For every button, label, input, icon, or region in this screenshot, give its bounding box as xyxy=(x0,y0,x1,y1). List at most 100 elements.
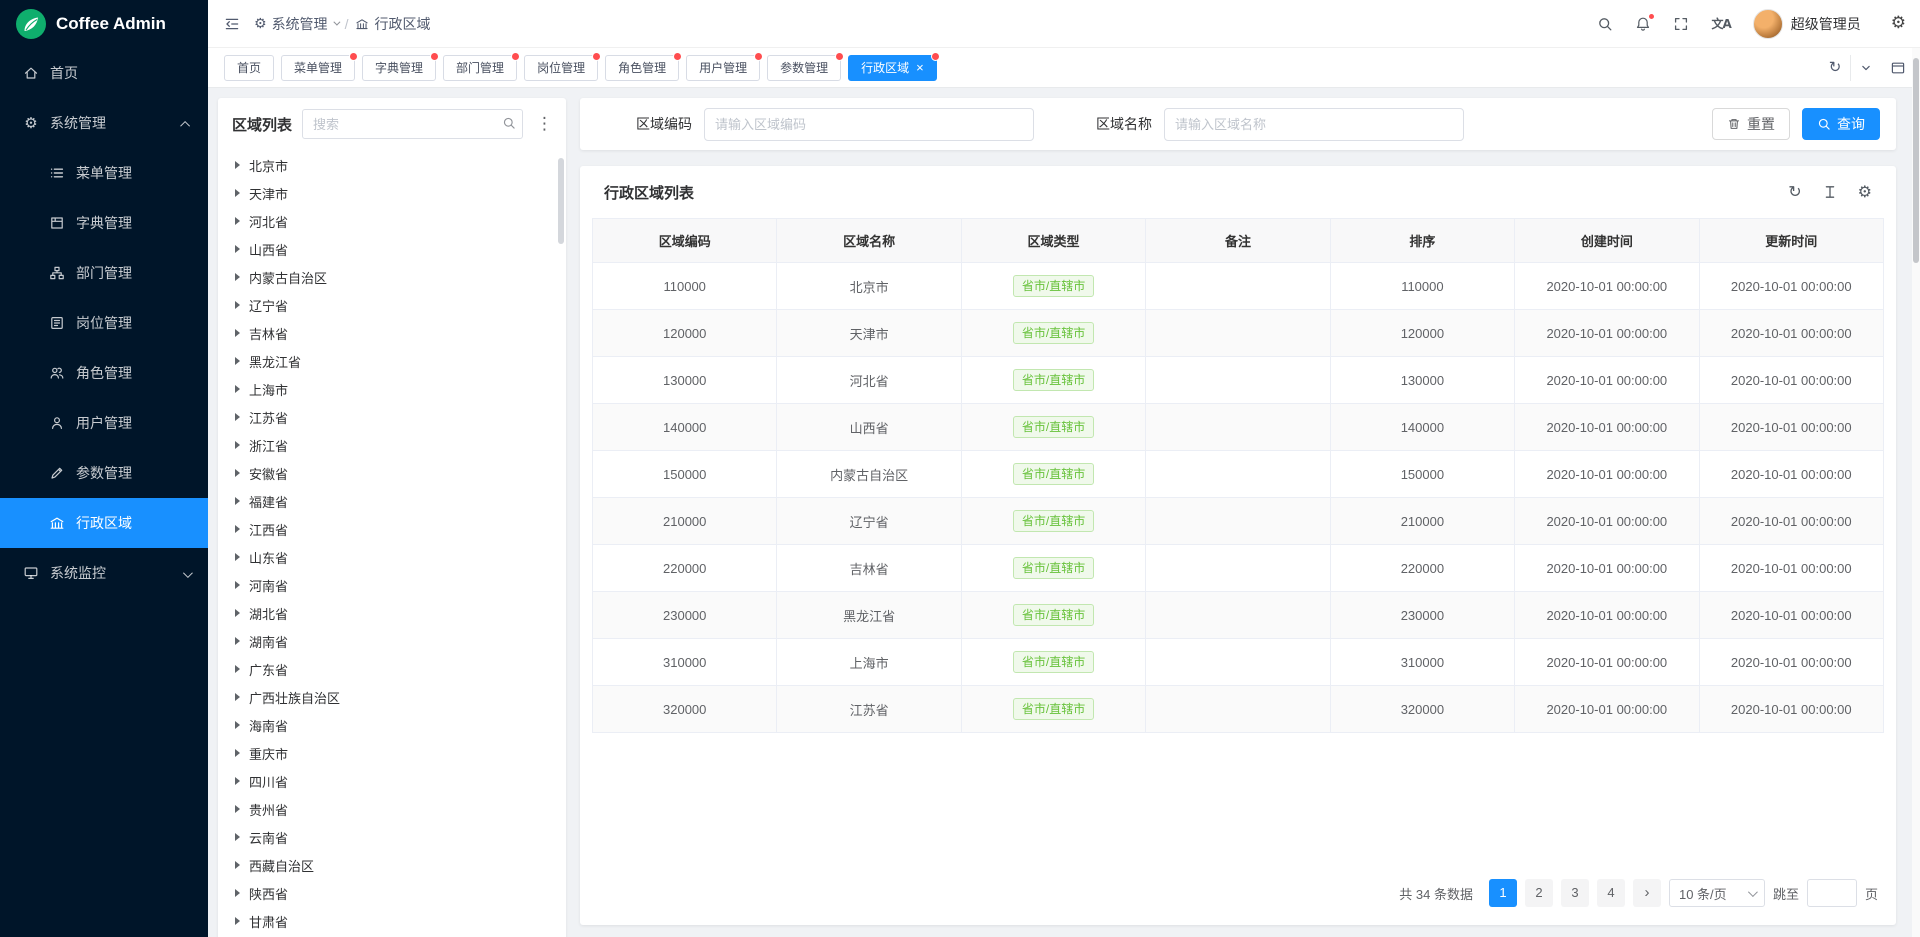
tree-node[interactable]: 浙江省 xyxy=(218,431,566,459)
more-options-icon[interactable]: ⋮ xyxy=(533,116,556,133)
caret-right-icon[interactable] xyxy=(235,637,240,645)
translate-icon[interactable]: 文A xyxy=(1711,18,1730,30)
tree-search-input[interactable] xyxy=(302,109,523,139)
caret-right-icon[interactable] xyxy=(235,805,240,813)
caret-right-icon[interactable] xyxy=(235,217,240,225)
caret-right-icon[interactable] xyxy=(235,665,240,673)
caret-right-icon[interactable] xyxy=(235,385,240,393)
sidebar-item-dept-mgmt[interactable]: 部门管理 xyxy=(0,248,208,298)
nav-tab[interactable]: 行政区域 xyxy=(848,55,937,81)
tree-node[interactable]: 辽宁省 xyxy=(218,291,566,319)
caret-right-icon[interactable] xyxy=(235,525,240,533)
caret-right-icon[interactable] xyxy=(235,581,240,589)
tree-node[interactable]: 甘肃省 xyxy=(218,907,566,935)
caret-right-icon[interactable] xyxy=(235,917,240,925)
region-name-input[interactable] xyxy=(1164,108,1464,141)
sidebar-item-dict-mgmt[interactable]: 字典管理 xyxy=(0,198,208,248)
tree-node[interactable]: 江西省 xyxy=(218,515,566,543)
tree-node[interactable]: 天津市 xyxy=(218,179,566,207)
caret-right-icon[interactable] xyxy=(235,441,240,449)
caret-right-icon[interactable] xyxy=(235,497,240,505)
tree-node[interactable]: 江苏省 xyxy=(218,403,566,431)
sidebar-item-menu-mgmt[interactable]: 菜单管理 xyxy=(0,148,208,198)
page-scrollbar-thumb[interactable] xyxy=(1913,58,1919,263)
tab-options-chevron-icon[interactable] xyxy=(1850,55,1880,81)
caret-right-icon[interactable] xyxy=(235,273,240,281)
sidebar-item-role-mgmt[interactable]: 角色管理 xyxy=(0,348,208,398)
page-button[interactable]: 4 xyxy=(1597,879,1625,907)
search-button[interactable]: 查询 xyxy=(1802,108,1880,140)
refresh-icon[interactable]: ↻ xyxy=(1820,55,1850,81)
tree-scrollbar-thumb[interactable] xyxy=(558,158,564,244)
caret-right-icon[interactable] xyxy=(235,161,240,169)
avatar[interactable] xyxy=(1753,9,1783,39)
tree-node[interactable]: 福建省 xyxy=(218,487,566,515)
theme-settings-icon[interactable]: ⚙ xyxy=(1891,15,1906,32)
tree-node[interactable]: 黑龙江省 xyxy=(218,347,566,375)
nav-tab[interactable]: 参数管理 xyxy=(767,55,841,81)
refresh-icon[interactable]: ↻ xyxy=(1788,184,1801,200)
fullscreen-icon[interactable] xyxy=(1673,16,1689,32)
tree-node[interactable]: 内蒙古自治区 xyxy=(218,263,566,291)
breadcrumb-system[interactable]: ⚙ 系统管理 xyxy=(254,14,338,34)
caret-right-icon[interactable] xyxy=(235,469,240,477)
sidebar-item-user-mgmt[interactable]: 用户管理 xyxy=(0,398,208,448)
caret-right-icon[interactable] xyxy=(235,749,240,757)
layout-toggle-icon[interactable] xyxy=(1890,60,1906,76)
tab-close-icon[interactable] xyxy=(916,61,924,74)
nav-tab[interactable]: 用户管理 xyxy=(686,55,760,81)
sidebar-item-system[interactable]: ⚙ 系统管理 xyxy=(0,98,208,148)
user-menu[interactable]: 超级管理员 xyxy=(1753,9,1861,39)
caret-right-icon[interactable] xyxy=(235,357,240,365)
tree-node[interactable]: 云南省 xyxy=(218,823,566,851)
caret-right-icon[interactable] xyxy=(235,245,240,253)
tree-node[interactable]: 安徽省 xyxy=(218,459,566,487)
column-settings-gear-icon[interactable]: ⚙ xyxy=(1858,184,1872,200)
caret-right-icon[interactable] xyxy=(235,833,240,841)
caret-right-icon[interactable] xyxy=(235,693,240,701)
sidebar-item-param-mgmt[interactable]: 参数管理 xyxy=(0,448,208,498)
tree-node[interactable]: 重庆市 xyxy=(218,739,566,767)
tree-node[interactable]: 广东省 xyxy=(218,655,566,683)
tree-node[interactable]: 上海市 xyxy=(218,375,566,403)
page-scrollbar[interactable] xyxy=(1912,48,1920,937)
tree-node[interactable]: 陕西省 xyxy=(218,879,566,907)
row-height-icon[interactable] xyxy=(1822,184,1838,200)
nav-tab[interactable]: 菜单管理 xyxy=(281,55,355,81)
reset-button[interactable]: 重置 xyxy=(1712,108,1790,140)
sidebar-item-post-mgmt[interactable]: 岗位管理 xyxy=(0,298,208,348)
nav-tab[interactable]: 角色管理 xyxy=(605,55,679,81)
tree-node[interactable]: 北京市 xyxy=(218,151,566,179)
nav-tab[interactable]: 首页 xyxy=(224,55,274,81)
caret-right-icon[interactable] xyxy=(235,413,240,421)
tree-node[interactable]: 山东省 xyxy=(218,543,566,571)
tree-node[interactable]: 西藏自治区 xyxy=(218,851,566,879)
tree-node[interactable]: 吉林省 xyxy=(218,319,566,347)
tree-node[interactable]: 四川省 xyxy=(218,767,566,795)
sidebar-item-region[interactable]: 行政区域 xyxy=(0,498,208,548)
nav-tab[interactable]: 岗位管理 xyxy=(524,55,598,81)
tree-node[interactable]: 广西壮族自治区 xyxy=(218,683,566,711)
nav-tab[interactable]: 部门管理 xyxy=(443,55,517,81)
caret-right-icon[interactable] xyxy=(235,889,240,897)
search-icon[interactable] xyxy=(502,116,516,130)
tree-node[interactable]: 湖北省 xyxy=(218,599,566,627)
search-icon[interactable] xyxy=(1597,16,1613,32)
jump-page-input[interactable] xyxy=(1807,879,1857,907)
tree-node[interactable]: 山西省 xyxy=(218,235,566,263)
nav-tab[interactable]: 字典管理 xyxy=(362,55,436,81)
sidebar-item-monitor[interactable]: 系统监控 xyxy=(0,548,208,598)
notification-bell-icon[interactable] xyxy=(1635,16,1651,32)
caret-right-icon[interactable] xyxy=(235,721,240,729)
caret-right-icon[interactable] xyxy=(235,301,240,309)
tree-node[interactable]: 贵州省 xyxy=(218,795,566,823)
tree-node[interactable]: 河北省 xyxy=(218,207,566,235)
page-button[interactable]: 1 xyxy=(1489,879,1517,907)
caret-right-icon[interactable] xyxy=(235,777,240,785)
caret-right-icon[interactable] xyxy=(235,609,240,617)
caret-right-icon[interactable] xyxy=(235,189,240,197)
region-code-input[interactable] xyxy=(704,108,1034,141)
next-page-button[interactable]: › xyxy=(1633,879,1661,907)
page-button[interactable]: 3 xyxy=(1561,879,1589,907)
page-size-select[interactable]: 10 条/页 xyxy=(1669,879,1765,907)
